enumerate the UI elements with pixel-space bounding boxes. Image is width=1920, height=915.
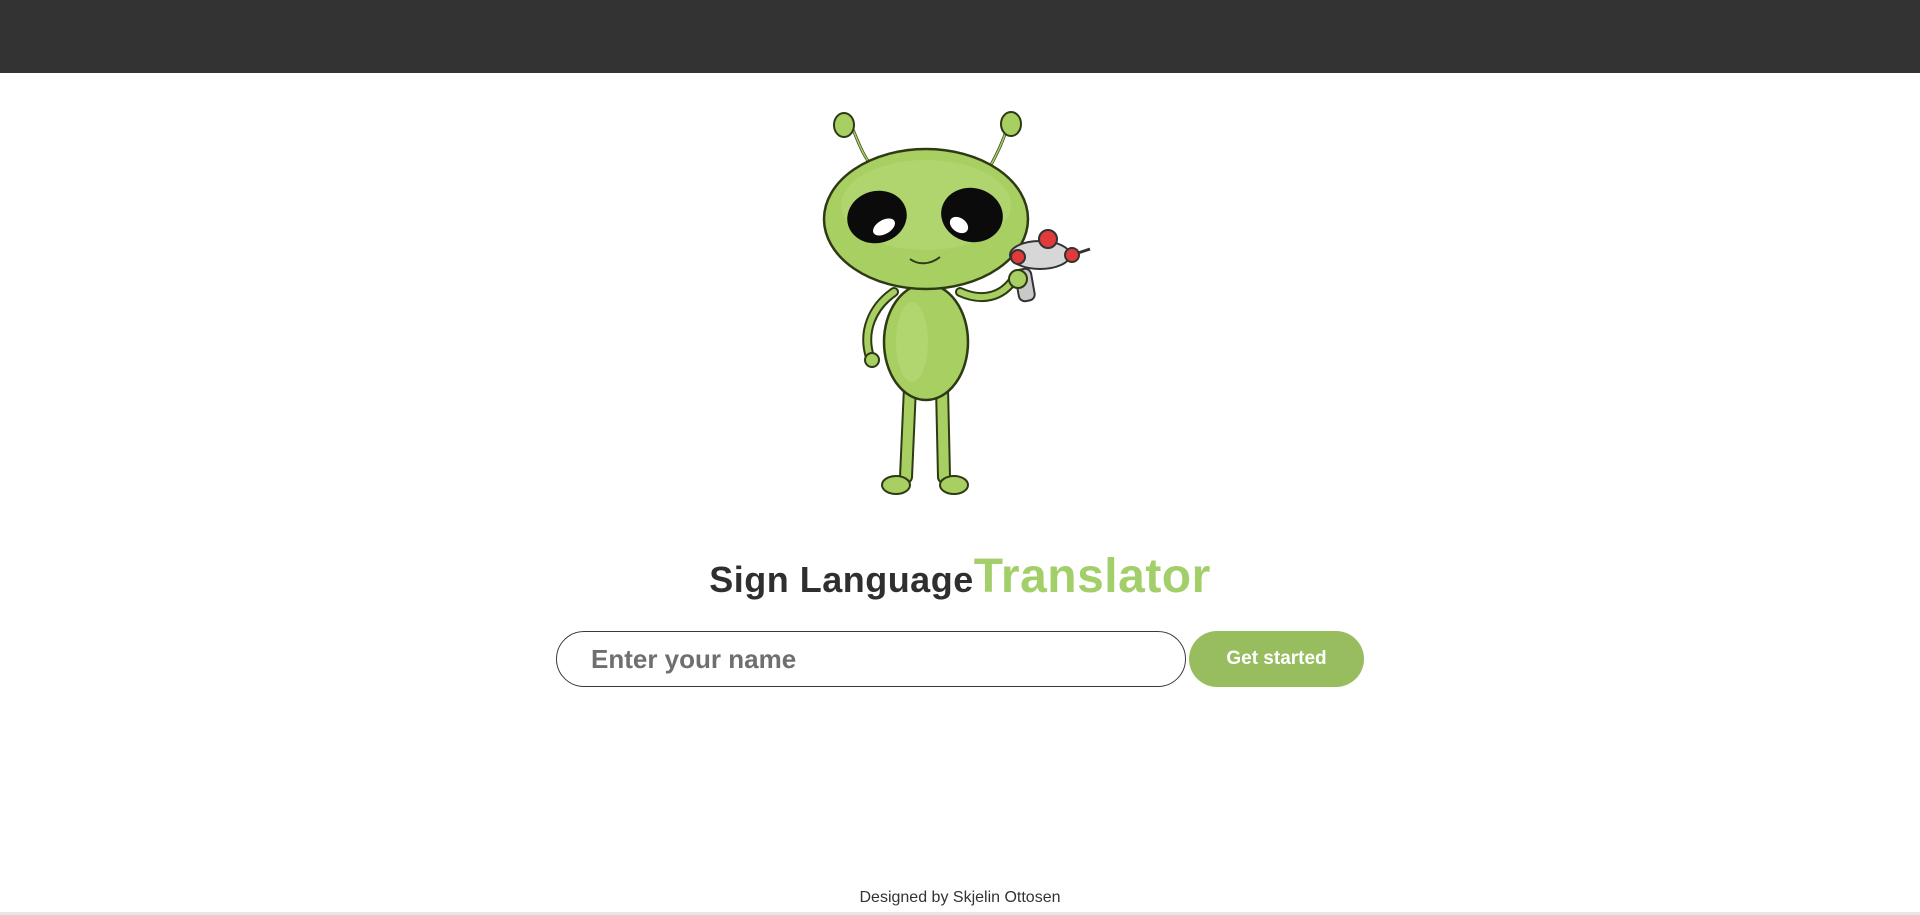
login-form: Get started — [556, 631, 1366, 687]
title-sign-language: Sign Language — [709, 559, 974, 600]
title-translator: Translator — [973, 550, 1211, 603]
footer-credit: Designed by Skjelin Ottosen — [859, 889, 1061, 906]
get-started-button[interactable]: Get started — [1189, 631, 1364, 687]
top-navbar — [0, 0, 1920, 73]
name-input[interactable] — [556, 631, 1186, 687]
alien-mascot-icon — [822, 111, 1091, 495]
page-title: Sign LanguageTranslator — [0, 553, 1920, 601]
